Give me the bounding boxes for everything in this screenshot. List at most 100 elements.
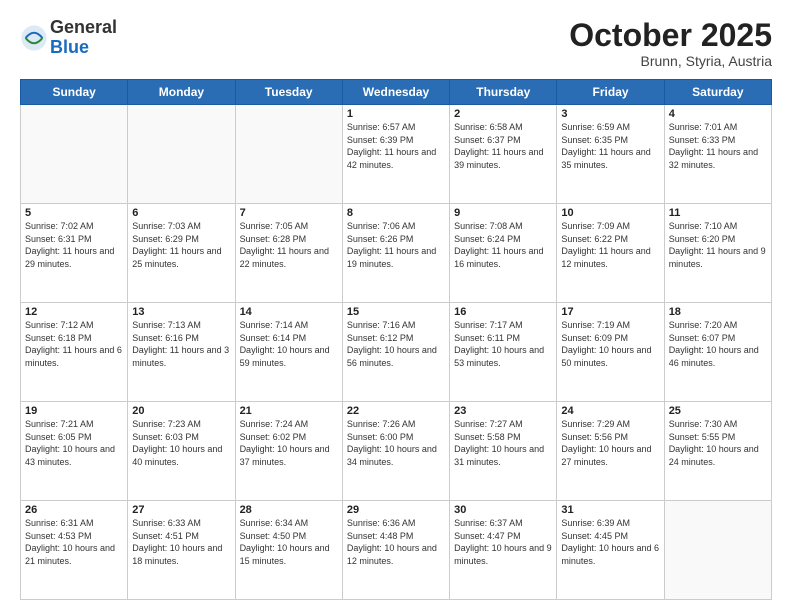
day-info: Sunrise: 6:39 AM Sunset: 4:45 PM Dayligh…: [561, 517, 659, 567]
day-number: 31: [561, 504, 659, 516]
day-number: 20: [132, 405, 230, 417]
calendar-cell: 16Sunrise: 7:17 AM Sunset: 6:11 PM Dayli…: [450, 303, 557, 402]
day-info: Sunrise: 7:20 AM Sunset: 6:07 PM Dayligh…: [669, 319, 767, 369]
calendar-week-4: 26Sunrise: 6:31 AM Sunset: 4:53 PM Dayli…: [21, 501, 772, 600]
header: General Blue October 2025 Brunn, Styria,…: [20, 18, 772, 69]
calendar-cell: 12Sunrise: 7:12 AM Sunset: 6:18 PM Dayli…: [21, 303, 128, 402]
logo-icon: [20, 24, 48, 52]
calendar-cell: 9Sunrise: 7:08 AM Sunset: 6:24 PM Daylig…: [450, 204, 557, 303]
logo: General Blue: [20, 18, 117, 58]
col-monday: Monday: [128, 80, 235, 105]
day-info: Sunrise: 6:58 AM Sunset: 6:37 PM Dayligh…: [454, 121, 552, 171]
calendar-cell: 17Sunrise: 7:19 AM Sunset: 6:09 PM Dayli…: [557, 303, 664, 402]
calendar-cell: 15Sunrise: 7:16 AM Sunset: 6:12 PM Dayli…: [342, 303, 449, 402]
calendar-table: Sunday Monday Tuesday Wednesday Thursday…: [20, 79, 772, 600]
month-title: October 2025: [569, 18, 772, 53]
day-number: 13: [132, 306, 230, 318]
day-info: Sunrise: 6:57 AM Sunset: 6:39 PM Dayligh…: [347, 121, 445, 171]
day-number: 22: [347, 405, 445, 417]
day-number: 27: [132, 504, 230, 516]
day-number: 18: [669, 306, 767, 318]
day-info: Sunrise: 6:31 AM Sunset: 4:53 PM Dayligh…: [25, 517, 123, 567]
day-info: Sunrise: 6:37 AM Sunset: 4:47 PM Dayligh…: [454, 517, 552, 567]
calendar-week-3: 19Sunrise: 7:21 AM Sunset: 6:05 PM Dayli…: [21, 402, 772, 501]
day-info: Sunrise: 7:16 AM Sunset: 6:12 PM Dayligh…: [347, 319, 445, 369]
calendar-cell: 1Sunrise: 6:57 AM Sunset: 6:39 PM Daylig…: [342, 105, 449, 204]
calendar-cell: 22Sunrise: 7:26 AM Sunset: 6:00 PM Dayli…: [342, 402, 449, 501]
day-info: Sunrise: 7:10 AM Sunset: 6:20 PM Dayligh…: [669, 220, 767, 270]
day-number: 23: [454, 405, 552, 417]
day-number: 4: [669, 108, 767, 120]
day-info: Sunrise: 7:08 AM Sunset: 6:24 PM Dayligh…: [454, 220, 552, 270]
day-number: 24: [561, 405, 659, 417]
day-number: 26: [25, 504, 123, 516]
calendar-cell: [128, 105, 235, 204]
day-info: Sunrise: 6:34 AM Sunset: 4:50 PM Dayligh…: [240, 517, 338, 567]
page: General Blue October 2025 Brunn, Styria,…: [0, 0, 792, 612]
day-number: 29: [347, 504, 445, 516]
calendar-cell: 10Sunrise: 7:09 AM Sunset: 6:22 PM Dayli…: [557, 204, 664, 303]
day-info: Sunrise: 7:01 AM Sunset: 6:33 PM Dayligh…: [669, 121, 767, 171]
calendar-cell: 23Sunrise: 7:27 AM Sunset: 5:58 PM Dayli…: [450, 402, 557, 501]
day-number: 16: [454, 306, 552, 318]
day-info: Sunrise: 6:36 AM Sunset: 4:48 PM Dayligh…: [347, 517, 445, 567]
day-info: Sunrise: 7:02 AM Sunset: 6:31 PM Dayligh…: [25, 220, 123, 270]
day-number: 28: [240, 504, 338, 516]
day-number: 19: [25, 405, 123, 417]
calendar-week-0: 1Sunrise: 6:57 AM Sunset: 6:39 PM Daylig…: [21, 105, 772, 204]
day-number: 2: [454, 108, 552, 120]
calendar-cell: 26Sunrise: 6:31 AM Sunset: 4:53 PM Dayli…: [21, 501, 128, 600]
day-info: Sunrise: 7:05 AM Sunset: 6:28 PM Dayligh…: [240, 220, 338, 270]
col-sunday: Sunday: [21, 80, 128, 105]
day-number: 7: [240, 207, 338, 219]
day-number: 9: [454, 207, 552, 219]
calendar-cell: 5Sunrise: 7:02 AM Sunset: 6:31 PM Daylig…: [21, 204, 128, 303]
calendar-week-2: 12Sunrise: 7:12 AM Sunset: 6:18 PM Dayli…: [21, 303, 772, 402]
calendar-cell: 18Sunrise: 7:20 AM Sunset: 6:07 PM Dayli…: [664, 303, 771, 402]
col-wednesday: Wednesday: [342, 80, 449, 105]
day-info: Sunrise: 6:33 AM Sunset: 4:51 PM Dayligh…: [132, 517, 230, 567]
day-number: 12: [25, 306, 123, 318]
day-info: Sunrise: 7:09 AM Sunset: 6:22 PM Dayligh…: [561, 220, 659, 270]
day-number: 30: [454, 504, 552, 516]
day-info: Sunrise: 7:17 AM Sunset: 6:11 PM Dayligh…: [454, 319, 552, 369]
day-number: 21: [240, 405, 338, 417]
calendar-cell: 20Sunrise: 7:23 AM Sunset: 6:03 PM Dayli…: [128, 402, 235, 501]
day-info: Sunrise: 7:21 AM Sunset: 6:05 PM Dayligh…: [25, 418, 123, 468]
day-number: 25: [669, 405, 767, 417]
day-number: 15: [347, 306, 445, 318]
calendar-cell: 4Sunrise: 7:01 AM Sunset: 6:33 PM Daylig…: [664, 105, 771, 204]
day-number: 3: [561, 108, 659, 120]
day-number: 5: [25, 207, 123, 219]
calendar-cell: 7Sunrise: 7:05 AM Sunset: 6:28 PM Daylig…: [235, 204, 342, 303]
calendar-cell: 8Sunrise: 7:06 AM Sunset: 6:26 PM Daylig…: [342, 204, 449, 303]
day-number: 11: [669, 207, 767, 219]
day-info: Sunrise: 7:27 AM Sunset: 5:58 PM Dayligh…: [454, 418, 552, 468]
day-info: Sunrise: 7:30 AM Sunset: 5:55 PM Dayligh…: [669, 418, 767, 468]
logo-text: General Blue: [50, 18, 117, 58]
calendar-cell: 6Sunrise: 7:03 AM Sunset: 6:29 PM Daylig…: [128, 204, 235, 303]
day-number: 17: [561, 306, 659, 318]
calendar-week-1: 5Sunrise: 7:02 AM Sunset: 6:31 PM Daylig…: [21, 204, 772, 303]
day-number: 6: [132, 207, 230, 219]
day-info: Sunrise: 7:19 AM Sunset: 6:09 PM Dayligh…: [561, 319, 659, 369]
calendar-cell: 28Sunrise: 6:34 AM Sunset: 4:50 PM Dayli…: [235, 501, 342, 600]
title-block: October 2025 Brunn, Styria, Austria: [569, 18, 772, 69]
day-info: Sunrise: 7:06 AM Sunset: 6:26 PM Dayligh…: [347, 220, 445, 270]
calendar-cell: 13Sunrise: 7:13 AM Sunset: 6:16 PM Dayli…: [128, 303, 235, 402]
day-number: 14: [240, 306, 338, 318]
calendar-cell: 3Sunrise: 6:59 AM Sunset: 6:35 PM Daylig…: [557, 105, 664, 204]
calendar-cell: 30Sunrise: 6:37 AM Sunset: 4:47 PM Dayli…: [450, 501, 557, 600]
day-info: Sunrise: 7:03 AM Sunset: 6:29 PM Dayligh…: [132, 220, 230, 270]
day-info: Sunrise: 7:26 AM Sunset: 6:00 PM Dayligh…: [347, 418, 445, 468]
day-info: Sunrise: 7:29 AM Sunset: 5:56 PM Dayligh…: [561, 418, 659, 468]
calendar-header-row: Sunday Monday Tuesday Wednesday Thursday…: [21, 80, 772, 105]
calendar-cell: 29Sunrise: 6:36 AM Sunset: 4:48 PM Dayli…: [342, 501, 449, 600]
day-info: Sunrise: 7:23 AM Sunset: 6:03 PM Dayligh…: [132, 418, 230, 468]
calendar-cell: 11Sunrise: 7:10 AM Sunset: 6:20 PM Dayli…: [664, 204, 771, 303]
day-number: 10: [561, 207, 659, 219]
day-info: Sunrise: 7:12 AM Sunset: 6:18 PM Dayligh…: [25, 319, 123, 369]
calendar-cell: 31Sunrise: 6:39 AM Sunset: 4:45 PM Dayli…: [557, 501, 664, 600]
location: Brunn, Styria, Austria: [569, 53, 772, 69]
calendar-cell: 2Sunrise: 6:58 AM Sunset: 6:37 PM Daylig…: [450, 105, 557, 204]
